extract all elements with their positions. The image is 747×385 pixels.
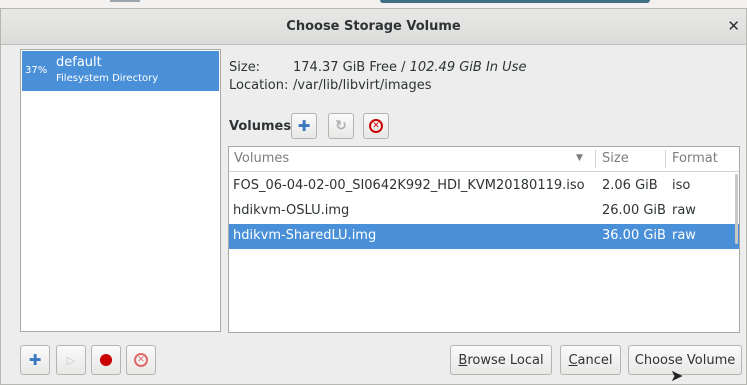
volume-format: raw: [672, 228, 696, 243]
dialog-title: Choose Storage Volume: [286, 19, 461, 34]
table-row[interactable]: hdikvm-OSLU.img 26.00 GiB raw: [229, 199, 739, 224]
background-strip: [0, 0, 747, 8]
add-icon: ✚: [297, 117, 311, 135]
volume-name: hdikvm-OSLU.img: [233, 203, 350, 218]
pool-type: Filesystem Directory: [56, 73, 159, 84]
size-separator: /: [396, 60, 410, 75]
cancel-label: Cancel: [568, 352, 613, 368]
size-free: 174.37 GiB Free: [293, 60, 397, 75]
location-value: /var/lib/libvirt/images: [293, 78, 432, 93]
column-header-size[interactable]: Size: [602, 151, 629, 166]
delete-icon: ✕: [369, 119, 383, 133]
volume-size: 36.00 GiB: [602, 228, 666, 243]
volumes-section-title: Volumes: [229, 119, 292, 134]
volume-name: FOS_06-04-02-00_SI0642K992_HDI_KVM201801…: [233, 178, 585, 193]
add-pool-icon: ✚: [28, 351, 42, 369]
add-pool-button[interactable]: ✚: [20, 345, 50, 375]
column-divider: [665, 150, 666, 168]
volume-name: hdikvm-SharedLU.img: [233, 228, 377, 243]
background-line: [110, 0, 140, 2]
volume-format: raw: [672, 203, 696, 218]
size-label: Size:: [229, 60, 261, 75]
table-row-selected[interactable]: hdikvm-SharedLU.img 36.00 GiB raw: [229, 224, 739, 249]
size-value: 174.37 GiB Free / 102.49 GiB In Use: [293, 60, 526, 75]
pool-usage-percent: 37%: [25, 65, 48, 76]
delete-pool-button[interactable]: ✕: [126, 345, 156, 375]
choose-volume-label: Choose Volume: [634, 352, 736, 368]
column-header-volumes[interactable]: Volumes: [234, 151, 289, 166]
scrollbar[interactable]: [735, 174, 738, 244]
browse-local-button[interactable]: Browse Local: [450, 345, 552, 375]
refresh-volumes-button[interactable]: ↻: [328, 113, 354, 139]
volume-size: 2.06 GiB: [602, 178, 658, 193]
refresh-icon: ↻: [335, 118, 347, 134]
sort-descending-icon: ▼: [576, 153, 583, 163]
browse-local-label: Browse Local: [458, 352, 544, 368]
table-row[interactable]: FOS_06-04-02-00_SI0642K992_HDI_KVM201801…: [229, 174, 739, 199]
start-pool-icon: ▷: [66, 353, 76, 367]
location-label: Location:: [229, 78, 289, 93]
titlebar: Choose Storage Volume ✕: [1, 9, 746, 45]
size-in-use: 102.49 GiB In Use: [409, 60, 527, 75]
start-pool-button[interactable]: ▷: [56, 345, 86, 375]
cancel-button[interactable]: Cancel: [560, 345, 621, 375]
table-header: Volumes ▼ Size Format: [229, 147, 739, 172]
stop-pool-icon: [100, 354, 112, 366]
volumes-table[interactable]: Volumes ▼ Size Format FOS_06-04-02-00_SI…: [228, 146, 740, 333]
choose-volume-button[interactable]: Choose Volume: [628, 345, 742, 375]
close-icon[interactable]: ✕: [727, 17, 740, 35]
add-volume-button[interactable]: ✚: [291, 113, 317, 139]
background-window-edge: [380, 0, 650, 3]
volume-size: 26.00 GiB: [602, 203, 666, 218]
delete-pool-icon: ✕: [134, 353, 148, 367]
pool-item-default[interactable]: 37% default Filesystem Directory: [22, 51, 219, 91]
pool-name: default: [56, 55, 102, 70]
stop-pool-button[interactable]: [91, 345, 121, 375]
volume-format: iso: [672, 178, 691, 193]
storage-pool-list[interactable]: 37% default Filesystem Directory: [20, 49, 221, 332]
delete-volume-button[interactable]: ✕: [363, 113, 389, 139]
column-divider: [595, 150, 596, 168]
mouse-pointer-icon: ➤: [670, 366, 684, 385]
column-header-format[interactable]: Format: [672, 151, 718, 166]
